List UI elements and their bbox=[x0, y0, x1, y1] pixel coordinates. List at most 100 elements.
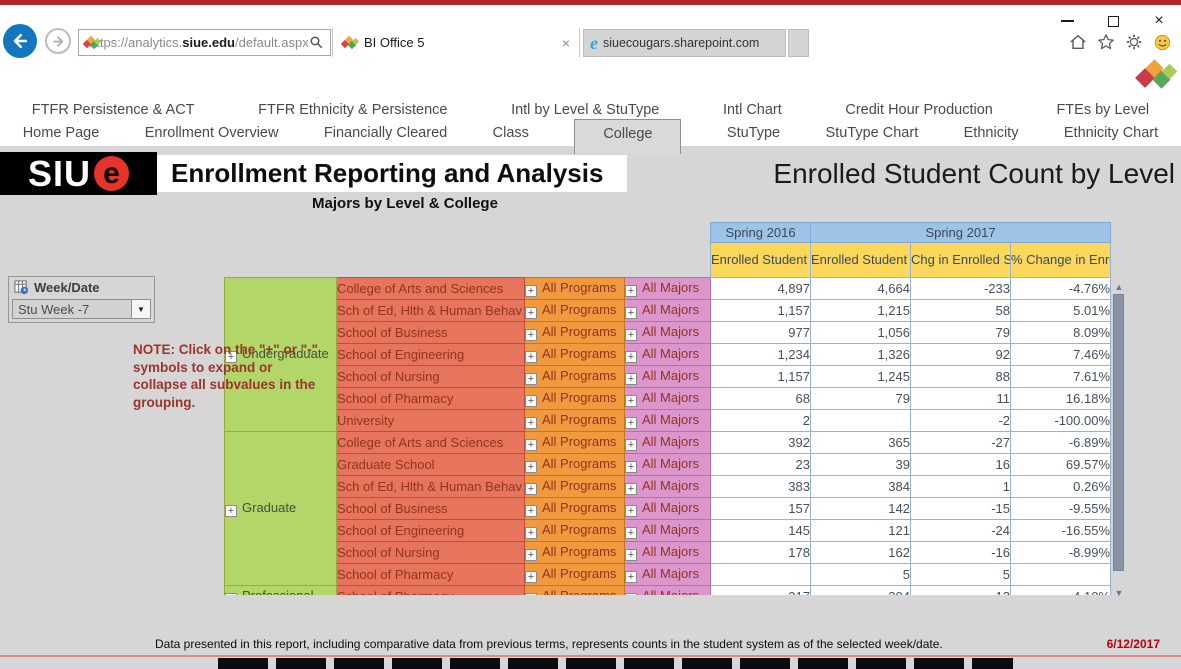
value-cell: -9.55% bbox=[1011, 498, 1111, 520]
table-row: School of PharmacyAll ProgramsAll Majors… bbox=[225, 388, 1111, 410]
expand-icon[interactable] bbox=[625, 593, 637, 595]
expand-icon[interactable] bbox=[225, 505, 237, 517]
nav-tab-ftes-by-level[interactable]: FTEs by Level bbox=[1056, 102, 1149, 118]
expand-icon[interactable] bbox=[525, 483, 537, 495]
expand-icon[interactable] bbox=[625, 329, 637, 341]
scroll-up-icon[interactable]: ▲ bbox=[1112, 281, 1126, 293]
measure-header: % Change in Enrollment PY bbox=[1011, 243, 1111, 278]
scroll-down-icon[interactable]: ▼ bbox=[1112, 587, 1126, 599]
nav-tab-financially-cleared[interactable]: Financially Cleared bbox=[324, 125, 447, 141]
nav-tab-stutype-chart[interactable]: StuType Chart bbox=[826, 125, 919, 141]
value-cell: 16.18% bbox=[1011, 388, 1111, 410]
majors-cell: All Majors bbox=[625, 410, 711, 432]
expand-icon[interactable] bbox=[625, 483, 637, 495]
feedback-button[interactable] bbox=[1152, 32, 1172, 52]
nav-tab-college[interactable]: College bbox=[574, 119, 681, 154]
college-cell: School of Business bbox=[337, 498, 525, 520]
programs-cell: All Programs bbox=[525, 344, 625, 366]
nav-tab-enrollment-overview[interactable]: Enrollment Overview bbox=[145, 125, 279, 141]
expand-icon[interactable] bbox=[525, 373, 537, 385]
nav-tab-ftfr-persistence-act[interactable]: FTFR Persistence & ACT bbox=[32, 102, 195, 118]
value-cell: 4,664 bbox=[811, 278, 911, 300]
expand-icon[interactable] bbox=[225, 593, 237, 595]
programs-cell: All Programs bbox=[525, 432, 625, 454]
close-button[interactable]: × bbox=[1147, 13, 1171, 29]
minimize-button[interactable] bbox=[1055, 13, 1079, 29]
expand-icon[interactable] bbox=[625, 571, 637, 583]
expand-icon[interactable] bbox=[625, 527, 637, 539]
address-bar[interactable]: https://analytics.siue.edu/default.aspx … bbox=[78, 29, 331, 56]
expand-icon[interactable] bbox=[625, 307, 637, 319]
majors-cell: All Majors bbox=[625, 388, 711, 410]
back-arrow-icon bbox=[10, 31, 30, 51]
expand-icon[interactable] bbox=[625, 373, 637, 385]
nav-tab-class[interactable]: Class bbox=[493, 125, 529, 141]
favorites-button[interactable] bbox=[1096, 32, 1116, 52]
nav-tab-stutype[interactable]: StuType bbox=[727, 125, 780, 141]
home-button[interactable] bbox=[1068, 32, 1088, 52]
back-button[interactable] bbox=[3, 24, 37, 58]
browser-tab-active[interactable]: BI Office 5 × bbox=[332, 28, 580, 57]
expand-icon[interactable] bbox=[625, 461, 637, 473]
browser-tab-inactive[interactable]: e siuecougars.sharepoint.com bbox=[583, 29, 786, 57]
expand-icon[interactable] bbox=[525, 285, 537, 297]
majors-cell: All Majors bbox=[625, 586, 711, 596]
college-cell: School of Business bbox=[337, 322, 525, 344]
table-row: UndergraduateCollege of Arts and Science… bbox=[225, 278, 1111, 300]
programs-cell: All Programs bbox=[525, 476, 625, 498]
nav-tab-credit-hour-production[interactable]: Credit Hour Production bbox=[845, 102, 993, 118]
value-cell bbox=[1011, 564, 1111, 586]
home-icon bbox=[1069, 33, 1087, 51]
expand-icon[interactable] bbox=[625, 505, 637, 517]
measure-header: Chg in Enrolled Student Count PY bbox=[911, 243, 1011, 278]
new-tab-button[interactable] bbox=[788, 29, 809, 57]
settings-button[interactable] bbox=[1124, 32, 1144, 52]
expand-icon[interactable] bbox=[625, 439, 637, 451]
programs-cell: All Programs bbox=[525, 542, 625, 564]
expand-icon[interactable] bbox=[525, 593, 537, 595]
tab-favicon bbox=[342, 36, 357, 50]
expand-icon[interactable] bbox=[625, 417, 637, 429]
nav-tab-ethnicity-chart[interactable]: Ethnicity Chart bbox=[1064, 125, 1158, 141]
table-row: School of PharmacyAll ProgramsAll Majors… bbox=[225, 564, 1111, 586]
tab-close-icon[interactable]: × bbox=[562, 35, 570, 51]
value-cell: 7.46% bbox=[1011, 344, 1111, 366]
college-cell: School of Nursing bbox=[337, 366, 525, 388]
expand-icon[interactable] bbox=[625, 395, 637, 407]
value-cell: -13 bbox=[911, 586, 1011, 596]
expand-icon[interactable] bbox=[525, 461, 537, 473]
expand-icon[interactable] bbox=[525, 395, 537, 407]
week-date-dropdown[interactable]: Stu Week -7 ▼ bbox=[12, 299, 151, 319]
expand-icon[interactable] bbox=[525, 329, 537, 341]
value-cell: 2 bbox=[711, 410, 811, 432]
expand-icon[interactable] bbox=[525, 351, 537, 363]
filter-selected-value: Stu Week -7 bbox=[13, 302, 89, 317]
maximize-button[interactable] bbox=[1101, 13, 1125, 29]
programs-cell: All Programs bbox=[525, 520, 625, 542]
expand-icon[interactable] bbox=[525, 417, 537, 429]
nav-tab-home-page[interactable]: Home Page bbox=[23, 125, 100, 141]
value-cell: 16 bbox=[911, 454, 1011, 476]
expand-icon[interactable] bbox=[525, 571, 537, 583]
browser-window: × https://analytics.siue.edu/default.asp… bbox=[0, 0, 1181, 669]
expand-icon[interactable] bbox=[625, 549, 637, 561]
value-cell bbox=[711, 564, 811, 586]
table-scrollbar[interactable]: ▲ ▼ bbox=[1112, 281, 1126, 599]
search-icon[interactable] bbox=[309, 35, 324, 50]
expand-icon[interactable] bbox=[525, 505, 537, 517]
nav-tab-ftfr-ethnicity-persistence[interactable]: FTFR Ethnicity & Persistence bbox=[258, 102, 447, 118]
dropdown-caret-button[interactable]: ▼ bbox=[131, 300, 150, 318]
nav-tab-ethnicity[interactable]: Ethnicity bbox=[964, 125, 1019, 141]
scroll-thumb[interactable] bbox=[1113, 294, 1124, 571]
expand-icon[interactable] bbox=[525, 549, 537, 561]
expand-icon[interactable] bbox=[525, 307, 537, 319]
nav-tab-intl-chart[interactable]: Intl Chart bbox=[723, 102, 782, 118]
value-cell: 69.57% bbox=[1011, 454, 1111, 476]
forward-button[interactable] bbox=[45, 28, 71, 54]
expand-icon[interactable] bbox=[625, 351, 637, 363]
nav-tab-intl-by-level-stutype[interactable]: Intl by Level & StuType bbox=[511, 102, 659, 118]
expand-icon[interactable] bbox=[525, 527, 537, 539]
expand-icon[interactable] bbox=[625, 285, 637, 297]
expand-icon[interactable] bbox=[525, 439, 537, 451]
value-cell: -27 bbox=[911, 432, 1011, 454]
